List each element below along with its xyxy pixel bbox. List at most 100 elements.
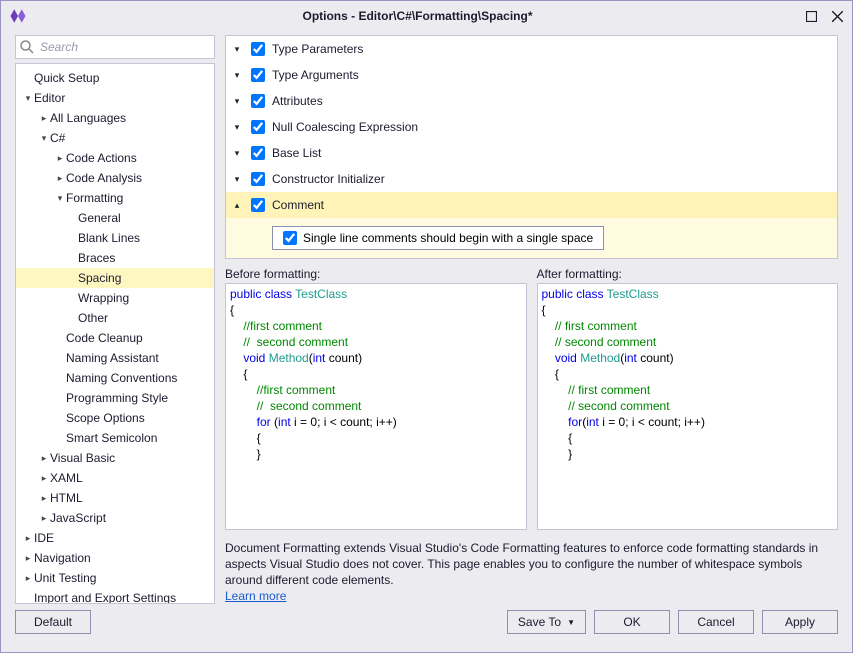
option-comment-suboption: Single line comments should begin with a… [226, 218, 837, 258]
after-pane: After formatting: public class TestClass… [537, 267, 839, 530]
chevron-down-icon[interactable]: ▾ [226, 174, 248, 185]
close-icon[interactable] [830, 9, 844, 23]
chevron-down-icon[interactable]: ▾ [226, 148, 248, 159]
tree-code-actions[interactable]: ▸Code Actions [16, 148, 214, 168]
main-panel: ▾ Type Parameters ▾ Type Arguments ▾ Att… [225, 35, 838, 604]
chevron-down-icon[interactable]: ▾ [226, 44, 248, 55]
sub-option-label: Single line comments should begin with a… [303, 231, 593, 245]
option-list[interactable]: ▾ Type Parameters ▾ Type Arguments ▾ Att… [225, 35, 838, 259]
after-code[interactable]: public class TestClass { // first commen… [537, 283, 839, 530]
option-type-parameters[interactable]: ▾ Type Parameters [226, 36, 837, 62]
tree-scope-options[interactable]: Scope Options [16, 408, 214, 428]
content-area: Quick Setup ▾Editor ▸All Languages ▾C# ▸… [1, 31, 852, 604]
chevron-right-icon: ▸ [54, 173, 66, 184]
option-constructor-init-checkbox[interactable] [251, 172, 265, 186]
tree-formatting[interactable]: ▾Formatting [16, 188, 214, 208]
nav-tree[interactable]: Quick Setup ▾Editor ▸All Languages ▾C# ▸… [15, 63, 215, 604]
tree-naming-assistant[interactable]: Naming Assistant [16, 348, 214, 368]
tree-code-analysis[interactable]: ▸Code Analysis [16, 168, 214, 188]
ok-button[interactable]: OK [594, 610, 670, 634]
description: Document Formatting extends Visual Studi… [225, 540, 838, 604]
option-label: Attributes [268, 94, 323, 108]
tree-code-cleanup[interactable]: Code Cleanup [16, 328, 214, 348]
before-label: Before formatting: [225, 267, 527, 281]
option-label: Base List [268, 146, 321, 160]
tree-smart-semicolon[interactable]: Smart Semicolon [16, 428, 214, 448]
option-null-coalescing-checkbox[interactable] [251, 120, 265, 134]
option-type-parameters-checkbox[interactable] [251, 42, 265, 56]
tree-navigation[interactable]: ▸Navigation [16, 548, 214, 568]
option-label: Type Arguments [268, 68, 359, 82]
option-constructor-init[interactable]: ▾ Constructor Initializer [226, 166, 837, 192]
preview-area: Before formatting: public class TestClas… [225, 267, 838, 530]
option-comment-space-checkbox[interactable] [283, 231, 297, 245]
tree-quick-setup[interactable]: Quick Setup [16, 68, 214, 88]
chevron-down-icon: ▾ [22, 93, 34, 104]
learn-more-link[interactable]: Learn more [225, 589, 286, 603]
chevron-down-icon[interactable]: ▾ [226, 122, 248, 133]
chevron-up-icon[interactable]: ▴ [226, 200, 248, 211]
tree-visual-basic[interactable]: ▸Visual Basic [16, 448, 214, 468]
before-pane: Before formatting: public class TestClas… [225, 267, 527, 530]
titlebar: Options - Editor\C#\Formatting\Spacing* [1, 1, 852, 31]
sidebar: Quick Setup ▾Editor ▸All Languages ▾C# ▸… [15, 35, 215, 604]
tree-unit-testing[interactable]: ▸Unit Testing [16, 568, 214, 588]
option-base-list-checkbox[interactable] [251, 146, 265, 160]
chevron-right-icon: ▸ [38, 113, 50, 124]
tree-wrapping[interactable]: Wrapping [16, 288, 214, 308]
tree-general[interactable]: General [16, 208, 214, 228]
option-null-coalescing[interactable]: ▾ Null Coalescing Expression [226, 114, 837, 140]
save-to-button[interactable]: Save To▼ [507, 610, 586, 634]
option-attributes[interactable]: ▾ Attributes [226, 88, 837, 114]
tree-xaml[interactable]: ▸XAML [16, 468, 214, 488]
chevron-right-icon: ▸ [54, 153, 66, 164]
tree-ide[interactable]: ▸IDE [16, 528, 214, 548]
chevron-right-icon: ▸ [22, 553, 34, 564]
footer: Default Save To▼ OK Cancel Apply [1, 604, 852, 652]
tree-html[interactable]: ▸HTML [16, 488, 214, 508]
chevron-right-icon: ▸ [38, 473, 50, 484]
tree-blank-lines[interactable]: Blank Lines [16, 228, 214, 248]
default-button[interactable]: Default [15, 610, 91, 634]
maximize-icon[interactable] [804, 9, 818, 23]
option-attributes-checkbox[interactable] [251, 94, 265, 108]
option-base-list[interactable]: ▾ Base List [226, 140, 837, 166]
chevron-down-icon[interactable]: ▾ [226, 96, 248, 107]
chevron-down-icon: ▾ [38, 133, 50, 144]
search-field [15, 35, 215, 59]
cancel-button[interactable]: Cancel [678, 610, 754, 634]
tree-other[interactable]: Other [16, 308, 214, 328]
dialog-title: Options - Editor\C#\Formatting\Spacing* [31, 9, 804, 23]
option-type-arguments-checkbox[interactable] [251, 68, 265, 82]
app-logo-icon [9, 7, 27, 25]
option-label: Type Parameters [268, 42, 363, 56]
chevron-down-icon: ▾ [54, 193, 66, 204]
tree-javascript[interactable]: ▸JavaScript [16, 508, 214, 528]
tree-all-languages[interactable]: ▸All Languages [16, 108, 214, 128]
option-comment-checkbox[interactable] [251, 198, 265, 212]
before-code[interactable]: public class TestClass { //first comment… [225, 283, 527, 530]
option-label: Constructor Initializer [268, 172, 385, 186]
tree-editor[interactable]: ▾Editor [16, 88, 214, 108]
tree-programming-style[interactable]: Programming Style [16, 388, 214, 408]
dropdown-icon: ▼ [567, 618, 575, 627]
option-label: Null Coalescing Expression [268, 120, 418, 134]
chevron-right-icon: ▸ [38, 513, 50, 524]
tree-braces[interactable]: Braces [16, 248, 214, 268]
tree-spacing[interactable]: Spacing [16, 268, 214, 288]
chevron-right-icon: ▸ [22, 533, 34, 544]
tree-naming-conventions[interactable]: Naming Conventions [16, 368, 214, 388]
sub-option-box[interactable]: Single line comments should begin with a… [272, 226, 604, 250]
search-input[interactable] [15, 35, 215, 59]
search-icon [19, 39, 35, 55]
tree-import-export[interactable]: Import and Export Settings [16, 588, 214, 604]
apply-button[interactable]: Apply [762, 610, 838, 634]
chevron-down-icon[interactable]: ▾ [226, 70, 248, 81]
option-comment[interactable]: ▴ Comment [226, 192, 837, 218]
chevron-right-icon: ▸ [38, 453, 50, 464]
after-label: After formatting: [537, 267, 839, 281]
tree-csharp[interactable]: ▾C# [16, 128, 214, 148]
option-type-arguments[interactable]: ▾ Type Arguments [226, 62, 837, 88]
options-dialog: Options - Editor\C#\Formatting\Spacing* … [0, 0, 853, 653]
description-text: Document Formatting extends Visual Studi… [225, 541, 818, 587]
